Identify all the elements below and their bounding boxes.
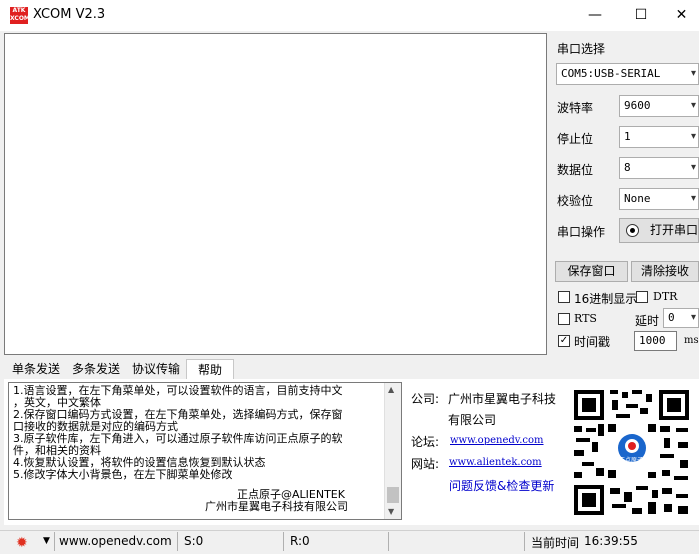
parity-label: 校验位 (557, 194, 594, 208)
interval-input[interactable]: 1000 (634, 331, 677, 351)
receive-textarea[interactable] (4, 33, 547, 355)
rts-label: RTS (574, 312, 597, 325)
hex-display-checkbox[interactable] (558, 291, 570, 303)
help-line: 5.修改字体大小背景色，在左下脚菜单处修改 (13, 468, 233, 481)
status-separator (388, 532, 389, 551)
gear-icon[interactable]: ✹ (16, 535, 28, 551)
baud-select-value: 9600 (624, 99, 651, 112)
current-time: 16:39:55 (584, 534, 638, 548)
scroll-up-icon[interactable]: ▲ (388, 385, 394, 394)
qr-logo-text: 正点原子 (619, 457, 644, 464)
received-count: R:0 (290, 534, 310, 548)
chevron-down-icon: ▾ (690, 193, 696, 204)
qr-code-image (574, 390, 689, 515)
tab-protocol[interactable]: 协议传输 (128, 359, 184, 379)
help-text: 1.语言设置，在左下角菜单处，可以设置软件的语言，目前支持中文 ，英文，中文繁体… (13, 385, 383, 513)
delay-label: 延时 (635, 314, 660, 328)
databit-select-value: 8 (624, 161, 631, 174)
company-name-line1: 广州市星翼电子科技 (448, 392, 557, 406)
save-window-button[interactable]: 保存窗口 (555, 261, 628, 282)
port-select[interactable]: COM5:USB-SERIAL ▾ (556, 63, 699, 85)
open-port-label: 打开串口 (650, 223, 699, 237)
databit-select[interactable]: 8 ▾ (619, 157, 699, 179)
close-button[interactable]: ✕ (664, 0, 699, 31)
status-separator (54, 532, 55, 551)
databit-label: 数据位 (557, 163, 594, 177)
sent-count: S:0 (184, 534, 204, 548)
timestamp-label: 时间戳 (574, 335, 611, 349)
status-website-link[interactable]: www.openedv.com (59, 534, 172, 548)
maximize-button[interactable]: ☐ (618, 0, 664, 31)
dtr-label: DTR (653, 290, 678, 303)
scroll-down-icon[interactable]: ▼ (388, 507, 394, 516)
current-time-label: 当前时间 (531, 536, 580, 550)
website-link[interactable]: www.alientek.com (449, 457, 542, 468)
port-status-icon (626, 224, 639, 237)
minimize-button[interactable]: — (572, 0, 618, 31)
website-label: 网站: (411, 457, 440, 471)
serial-op-label: 串口操作 (557, 225, 606, 239)
forum-link[interactable]: www.openedv.com (450, 435, 544, 446)
port-status-dot (630, 228, 635, 233)
delay-select-value: 0 (668, 311, 675, 324)
help-textbox[interactable]: 1.语言设置，在左下角菜单处，可以设置软件的语言，目前支持中文 ，英文，中文繁体… (8, 382, 402, 520)
qr-code: 正点原子 (568, 384, 695, 521)
dtr-checkbox[interactable] (636, 291, 648, 303)
stopbit-select[interactable]: 1 ▾ (619, 126, 699, 148)
timestamp-checkbox[interactable]: ✓ (558, 335, 570, 347)
clear-receive-button[interactable]: 清除接收 (631, 261, 699, 282)
stopbit-select-value: 1 (624, 130, 631, 143)
port-select-value: COM5:USB-SERIAL (561, 67, 661, 80)
baud-select[interactable]: 9600 ▾ (619, 95, 699, 117)
checkmark-icon: ✓ (559, 335, 569, 346)
parity-select-value: None (624, 192, 651, 205)
baud-label: 波特率 (557, 101, 594, 115)
forum-label: 论坛: (411, 435, 440, 449)
interval-unit: ms (684, 335, 699, 346)
chevron-down-icon: ▾ (690, 162, 696, 173)
open-port-button[interactable]: 打开串口 (619, 218, 699, 243)
chevron-down-icon: ▾ (690, 100, 696, 111)
chevron-down-icon: ▾ (690, 312, 696, 323)
status-separator (177, 532, 178, 551)
company-label: 公司: (411, 392, 440, 406)
status-separator (524, 532, 525, 551)
app-logo-icon: ATK XCOM (10, 7, 30, 24)
parity-select[interactable]: None ▾ (619, 188, 699, 210)
tab-help[interactable]: 帮助 (186, 359, 234, 380)
menu-dropdown-icon[interactable]: ▼ (43, 536, 50, 546)
feedback-link[interactable]: 问题反馈&检查更新 (449, 477, 554, 494)
rts-checkbox[interactable] (558, 313, 570, 325)
scroll-thumb[interactable] (387, 487, 399, 503)
tab-multi-send[interactable]: 多条发送 (68, 359, 124, 379)
port-label: 串口选择 (557, 42, 606, 56)
chevron-down-icon: ▾ (690, 131, 696, 142)
hex-display-label: 16进制显示 (574, 292, 638, 306)
tab-single-send[interactable]: 单条发送 (8, 359, 64, 379)
status-separator (283, 532, 284, 551)
chevron-down-icon: ▾ (690, 68, 696, 79)
company-name-line2: 有限公司 (448, 413, 497, 427)
delay-select[interactable]: 0 ▾ (663, 308, 699, 328)
help-sign-company: 广州市星翼电子科技有限公司 (205, 500, 348, 513)
stopbit-label: 停止位 (557, 132, 594, 146)
window-title: XCOM V2.3 (33, 7, 106, 22)
help-scrollbar[interactable]: ▲ ▼ (384, 383, 401, 519)
